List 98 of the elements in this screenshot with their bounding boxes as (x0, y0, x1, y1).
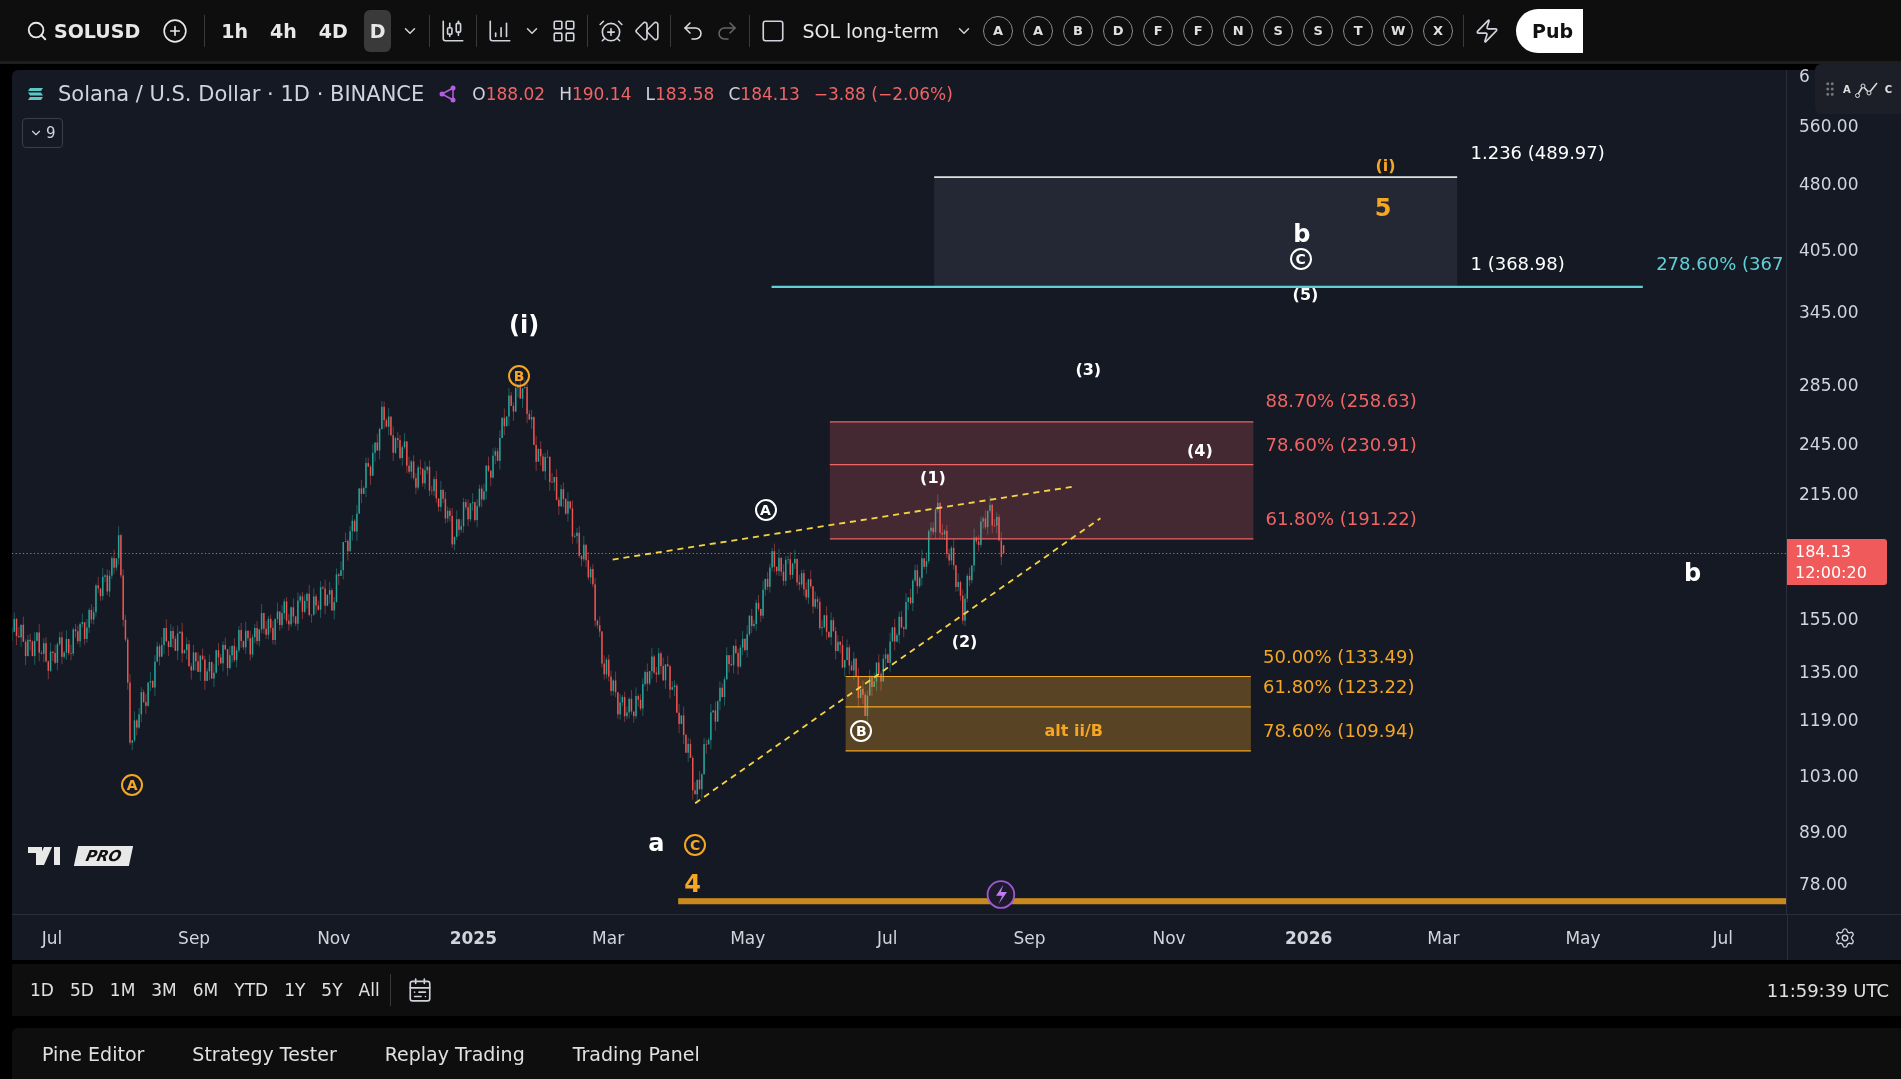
price-tick: 405.00 (1799, 240, 1859, 261)
price-tick: 245.00 (1799, 433, 1859, 454)
fib-level-label: 61.80% (123.22) (1263, 678, 1415, 697)
time-tick: 2026 (1285, 927, 1333, 948)
wave-label: alt ii/B (1044, 723, 1103, 740)
wave-label: (4) (1187, 443, 1213, 460)
wave-label: (3) (1075, 361, 1102, 378)
price-change: −3.88 (−2.06%) (813, 84, 953, 104)
fib-level-label: 78.60% (109.94) (1263, 722, 1415, 741)
time-tick: Jul (877, 927, 898, 948)
range-button[interactable]: 1D (24, 976, 60, 1004)
panel-tab[interactable]: Strategy Tester (188, 1036, 341, 1071)
plus-icon (162, 17, 189, 44)
fib-level-label: 88.70% (258.63) (1265, 392, 1417, 411)
price-tick: 78.00 (1799, 873, 1848, 894)
ohlc-value: L183.58 (645, 84, 715, 104)
range-button[interactable]: 1Y (278, 976, 312, 1004)
price-tick: 6 (1799, 66, 1810, 87)
range-button[interactable]: All (352, 976, 386, 1004)
ohlc-value: O188.02 (472, 84, 546, 104)
lightning-badge-icon[interactable] (986, 880, 1016, 909)
circled-wave-label: C (684, 833, 707, 856)
wave-label: 4 (684, 871, 702, 896)
panel-tab[interactable]: Trading Panel (568, 1036, 704, 1071)
grid-icon[interactable] (551, 17, 578, 44)
time-tick: Jul (41, 927, 63, 948)
time-tick: Jul (1712, 927, 1733, 948)
time-tick: May (730, 927, 766, 948)
wave-label: a (648, 831, 665, 856)
price-tick: 285.00 (1799, 375, 1859, 396)
symbol-search[interactable]: SOLUSD (20, 9, 147, 52)
time-tick: Sep (1013, 927, 1046, 948)
price-tick: 103.00 (1799, 766, 1859, 787)
price-tick: 345.00 (1799, 302, 1859, 323)
layout-name-button[interactable]: SOL long-term (796, 9, 946, 52)
price-tick: 215.00 (1799, 483, 1859, 504)
panel-tab[interactable]: Replay Trading (380, 1036, 529, 1071)
collapse-button[interactable]: 9 (22, 118, 63, 148)
wave-label: (i) (1375, 158, 1396, 175)
last-price: 184.13 (1795, 542, 1852, 561)
fib-level-label: 61.80% (191.22) (1265, 510, 1417, 529)
price-tick: 155.00 (1799, 609, 1859, 630)
range-button[interactable]: YTD (228, 976, 275, 1004)
circled-wave-label: C (1289, 247, 1312, 270)
wave-label: 5 (1374, 195, 1392, 220)
wave-label: (2) (951, 634, 978, 651)
time-tick: Nov (1152, 927, 1186, 948)
utc-clock: 11:59:39 UTC (1766, 979, 1889, 1001)
fib-level-label: 278.60% (367 (1656, 254, 1784, 273)
ohlc-value: C184.13 (728, 84, 800, 104)
alarm-clock-icon[interactable] (598, 17, 625, 44)
square-icon[interactable] (760, 17, 787, 44)
wave-label: (5) (1292, 287, 1319, 304)
wave-tool-letter: A (1843, 83, 1851, 95)
price-tick: 480.00 (1799, 174, 1859, 195)
price-tick: 135.00 (1799, 661, 1859, 682)
time-tick: Mar (1427, 927, 1460, 948)
range-button[interactable]: 3M (145, 976, 183, 1004)
pro-badge: PRO (73, 846, 134, 866)
fib-level-label: 1 (368.98) (1470, 254, 1565, 273)
settings-icon[interactable] (1833, 926, 1856, 949)
wave-label: b (1683, 561, 1702, 585)
circled-wave-label: B (850, 720, 873, 743)
circled-wave-label: B (508, 364, 531, 387)
price-tick: 89.00 (1799, 822, 1848, 843)
time-tick: Nov (317, 927, 351, 948)
floating-toolbar[interactable]: A C (1815, 64, 1901, 114)
range-button[interactable]: 5Y (315, 976, 349, 1004)
wave-tool-letter: C (1884, 83, 1893, 95)
time-tick: May (1565, 927, 1601, 948)
fib-level-label: 78.60% (230.91) (1265, 436, 1417, 455)
fib-level-label: 50.00% (133.49) (1263, 648, 1415, 666)
wave-label: (i) (508, 312, 540, 337)
ohlc-value: H190.14 (559, 84, 632, 104)
search-icon (26, 19, 48, 42)
range-button[interactable]: 5D (63, 976, 100, 1004)
bar-countdown: 12:00:20 (1795, 563, 1868, 582)
time-tick: Mar (592, 927, 625, 948)
calendar-icon[interactable] (406, 977, 433, 1003)
range-button[interactable]: 6M (186, 976, 225, 1004)
interval-button[interactable]: 1h (215, 9, 254, 52)
publish-button[interactable]: Pub (1516, 8, 1584, 53)
circled-wave-label: A (121, 773, 144, 796)
fib-level-label: 1.236 (489.97) (1470, 143, 1605, 162)
time-tick: Sep (178, 927, 211, 948)
range-button[interactable]: 1M (103, 976, 142, 1004)
interval-button[interactable]: 4D (312, 9, 354, 52)
wave-label: (1) (920, 470, 946, 486)
time-tick: 2025 (449, 927, 497, 948)
circled-wave-label: A (754, 498, 777, 521)
price-tick: 560.00 (1799, 116, 1859, 136)
price-tick: 119.00 (1799, 710, 1859, 731)
interval-button[interactable]: D (363, 9, 392, 52)
interval-button[interactable]: 4h (263, 9, 303, 52)
panel-tab[interactable]: Pine Editor (38, 1036, 149, 1071)
symbol-title: Solana / U.S. Dollar · 1D · BINANCE (58, 82, 425, 106)
solana-logo-icon (28, 87, 44, 101)
wave-label: b (1293, 222, 1311, 247)
